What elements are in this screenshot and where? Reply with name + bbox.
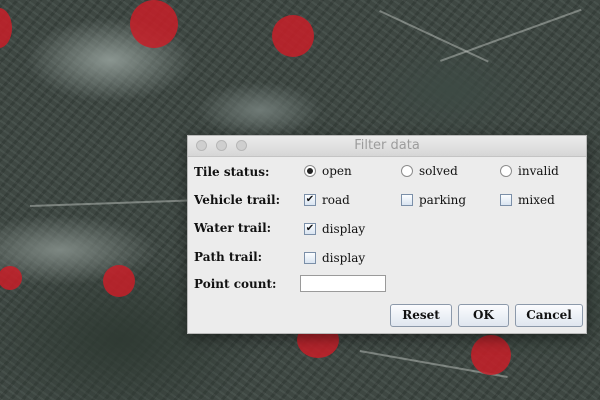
checkbox-unchecked-icon[interactable] [401, 194, 413, 206]
cancel-button[interactable]: Cancel [515, 304, 583, 327]
radio-unselected-icon[interactable] [500, 165, 512, 177]
reset-button[interactable]: Reset [390, 304, 452, 327]
tile-status-label: Tile status: [194, 165, 270, 179]
checkbox-checked-icon[interactable] [304, 223, 316, 235]
checkbox-label: display [322, 251, 366, 265]
map-marker[interactable] [130, 0, 178, 48]
water-trail-label: Water trail: [194, 221, 272, 235]
vehicle-trail-mixed-checkbox[interactable]: mixed [500, 193, 555, 207]
checkbox-label: mixed [518, 193, 555, 207]
radio-label: open [322, 164, 352, 178]
radio-label: invalid [518, 164, 559, 178]
map-marker[interactable] [471, 335, 511, 375]
checkbox-checked-icon[interactable] [304, 194, 316, 206]
radio-selected-icon[interactable] [304, 165, 316, 177]
tile-status-open-radio[interactable]: open [304, 164, 352, 178]
map-road [30, 199, 200, 207]
dialog-title: Filter data [354, 138, 420, 153]
map-road [379, 10, 489, 63]
dialog-titlebar: Filter data [188, 136, 586, 157]
checkbox-unchecked-icon[interactable] [304, 252, 316, 264]
checkbox-label: road [322, 193, 350, 207]
filter-data-dialog: Filter data Tile status: open solved inv… [187, 135, 587, 334]
path-trail-display-checkbox[interactable]: display [304, 251, 365, 265]
vehicle-trail-parking-checkbox[interactable]: parking [401, 193, 466, 207]
point-count-label: Point count: [194, 277, 277, 291]
water-trail-display-checkbox[interactable]: display [304, 222, 365, 236]
radio-unselected-icon[interactable] [401, 165, 413, 177]
vehicle-trail-road-checkbox[interactable]: road [304, 193, 350, 207]
checkbox-label: parking [419, 193, 467, 207]
path-trail-label: Path trail: [194, 250, 263, 264]
map-marker[interactable] [0, 8, 12, 48]
checkbox-unchecked-icon[interactable] [500, 194, 512, 206]
ok-button[interactable]: OK [458, 304, 509, 327]
point-count-input[interactable] [300, 275, 386, 292]
tile-status-solved-radio[interactable]: solved [401, 164, 458, 178]
checkbox-label: display [322, 222, 366, 236]
map-marker[interactable] [103, 265, 135, 297]
map-marker[interactable] [0, 266, 22, 290]
tile-status-invalid-radio[interactable]: invalid [500, 164, 559, 178]
map-road [440, 8, 582, 62]
radio-label: solved [419, 164, 458, 178]
map-marker[interactable] [272, 15, 314, 57]
vehicle-trail-label: Vehicle trail: [194, 193, 280, 207]
